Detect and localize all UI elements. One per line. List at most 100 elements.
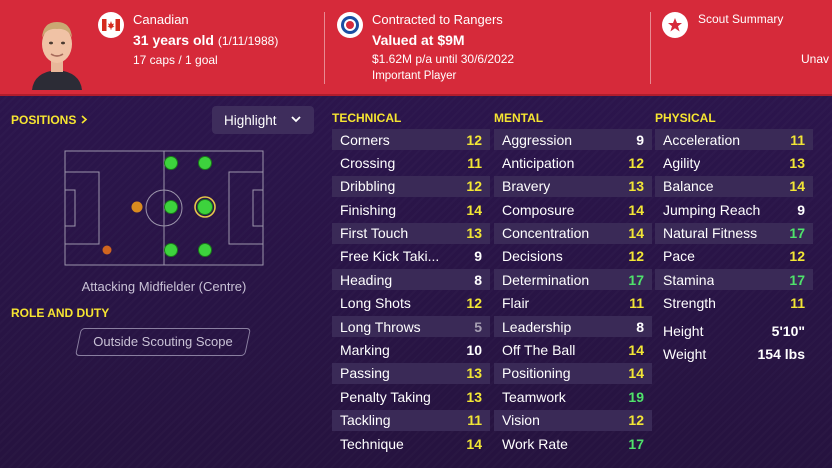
attribute-value: 12 xyxy=(628,248,644,265)
attribute-row[interactable]: Composure 14 xyxy=(494,199,652,220)
attribute-row[interactable]: Acceleration 11 xyxy=(655,129,813,150)
attribute-row[interactable]: Aggression 9 xyxy=(494,129,652,150)
attribute-row[interactable]: Determination 17 xyxy=(494,269,652,291)
attribute-value: 14 xyxy=(466,201,482,218)
attribute-value: 14 xyxy=(628,201,644,218)
attribute-name: Heading xyxy=(340,271,393,288)
scout-summary-text: Unav xyxy=(801,52,830,66)
attribute-name: Free Kick Taki... xyxy=(340,248,440,265)
attribute-value: 11 xyxy=(467,412,482,429)
attribute-name: Dribbling xyxy=(340,178,396,195)
attribute-row[interactable]: Technique 14 xyxy=(332,433,490,454)
attribute-row[interactable]: Stamina 17 xyxy=(655,269,813,291)
attribute-value: 13 xyxy=(466,225,482,242)
attribute-value: 14 xyxy=(789,178,805,195)
attribute-row[interactable]: Marking 10 xyxy=(332,340,490,361)
attribute-value: 9 xyxy=(636,131,644,148)
attribute-row[interactable]: Work Rate 17 xyxy=(494,433,652,454)
attribute-name: Agility xyxy=(663,154,701,171)
position-dot xyxy=(164,200,178,214)
attribute-name: Composure xyxy=(502,201,575,218)
player-header: Canadian 31 years old (1/11/1988) 17 cap… xyxy=(0,0,832,96)
attribute-row[interactable]: Concentration 14 xyxy=(494,222,652,244)
attribute-value: 17 xyxy=(628,435,644,452)
attribute-value: 14 xyxy=(628,365,644,382)
attribute-row[interactable]: Natural Fitness 17 xyxy=(655,222,813,244)
attribute-name: Balance xyxy=(663,178,714,195)
attribute-row[interactable]: Off The Ball 14 xyxy=(494,340,652,361)
attribute-value: 13 xyxy=(628,178,644,195)
attribute-row[interactable]: Decisions 12 xyxy=(494,246,652,267)
attribute-row[interactable]: Long Shots 12 xyxy=(332,293,490,314)
attribute-value: 12 xyxy=(466,131,482,148)
player-value: Valued at $9M xyxy=(372,32,465,48)
mental-list: Aggression 9 Anticipation 12 Bravery 13 Compos… xyxy=(494,129,652,456)
club-crest-icon[interactable] xyxy=(337,12,363,38)
attribute-row[interactable]: Crossing 11 xyxy=(332,152,490,173)
attribute-row[interactable]: Balance 14 xyxy=(655,175,813,197)
attribute-row[interactable]: Dribbling 12 xyxy=(332,175,490,197)
attribute-name: Concentration xyxy=(502,225,590,242)
attribute-name: Jumping Reach xyxy=(663,201,761,218)
attribute-value: 11 xyxy=(467,154,482,171)
attribute-row[interactable]: Vision 12 xyxy=(494,409,652,431)
attribute-name: Decisions xyxy=(502,248,563,265)
header-divider xyxy=(324,12,325,84)
height-value: 5'10" xyxy=(771,323,805,339)
attribute-value: 12 xyxy=(628,154,644,171)
attribute-name: Vision xyxy=(502,412,540,429)
attribute-value: 5 xyxy=(474,318,482,335)
attribute-name: Marking xyxy=(340,342,390,359)
position-dot xyxy=(198,156,212,170)
attribute-row[interactable]: Corners 12 xyxy=(332,129,490,150)
mental-title: MENTAL xyxy=(494,111,544,125)
attribute-value: 11 xyxy=(790,295,805,312)
attribute-row[interactable]: Free Kick Taki... 9 xyxy=(332,246,490,267)
attribute-name: Finishing xyxy=(340,201,397,218)
attribute-value: 11 xyxy=(629,295,644,312)
position-dot xyxy=(164,243,178,257)
attribute-name: Pace xyxy=(663,248,695,265)
highlight-dropdown[interactable]: Highlight xyxy=(212,106,314,134)
attribute-name: Work Rate xyxy=(502,435,568,452)
attribute-row[interactable]: Pace 12 xyxy=(655,246,813,267)
position-pitch xyxy=(64,150,264,266)
physical-title: PHYSICAL xyxy=(655,111,716,125)
highlight-label: Highlight xyxy=(224,112,277,128)
attribute-name: Corners xyxy=(340,131,390,148)
wage-contract: $1.62M p/a until 30/6/2022 xyxy=(372,52,515,66)
attribute-value: 9 xyxy=(797,201,805,218)
role-duty-title: ROLE AND DUTY xyxy=(11,306,110,320)
attribute-row[interactable]: Leadership 8 xyxy=(494,316,652,338)
attribute-name: Crossing xyxy=(340,154,396,171)
attribute-name: Off The Ball xyxy=(502,342,576,359)
attribute-value: 12 xyxy=(466,295,482,312)
attribute-row[interactable]: Jumping Reach 9 xyxy=(655,199,813,220)
attribute-row[interactable]: Positioning 14 xyxy=(494,362,652,384)
attribute-row[interactable]: First Touch 13 xyxy=(332,222,490,244)
attribute-row[interactable]: Heading 8 xyxy=(332,269,490,291)
attribute-row[interactable]: Bravery 13 xyxy=(494,175,652,197)
attribute-row[interactable]: Strength 11 xyxy=(655,293,813,314)
attribute-row[interactable]: Penalty Taking 13 xyxy=(332,386,490,407)
scout-summary-title[interactable]: Scout Summary xyxy=(698,12,783,26)
attribute-name: Acceleration xyxy=(663,131,741,148)
player-age: 31 years old (1/11/1988) xyxy=(133,32,278,48)
attribute-row[interactable]: Tackling 11 xyxy=(332,409,490,431)
attribute-row[interactable]: Long Throws 5 xyxy=(332,316,490,338)
positions-title[interactable]: POSITIONS xyxy=(11,113,88,127)
attribute-name: Tackling xyxy=(340,412,391,429)
attribute-row[interactable]: Teamwork 19 xyxy=(494,386,652,407)
contract-club[interactable]: Contracted to Rangers xyxy=(372,12,503,27)
attribute-name: Leadership xyxy=(502,318,572,335)
attribute-value: 12 xyxy=(466,178,482,195)
attribute-row[interactable]: Agility 13 xyxy=(655,152,813,173)
attribute-value: 9 xyxy=(474,248,482,265)
attribute-row[interactable]: Finishing 14 xyxy=(332,199,490,220)
attribute-row[interactable]: Anticipation 12 xyxy=(494,152,652,173)
nationality-label: Canadian xyxy=(133,12,189,27)
attribute-row[interactable]: Flair 11 xyxy=(494,293,652,314)
attribute-value: 13 xyxy=(789,154,805,171)
attribute-row[interactable]: Passing 13 xyxy=(332,362,490,384)
header-divider xyxy=(650,12,651,84)
